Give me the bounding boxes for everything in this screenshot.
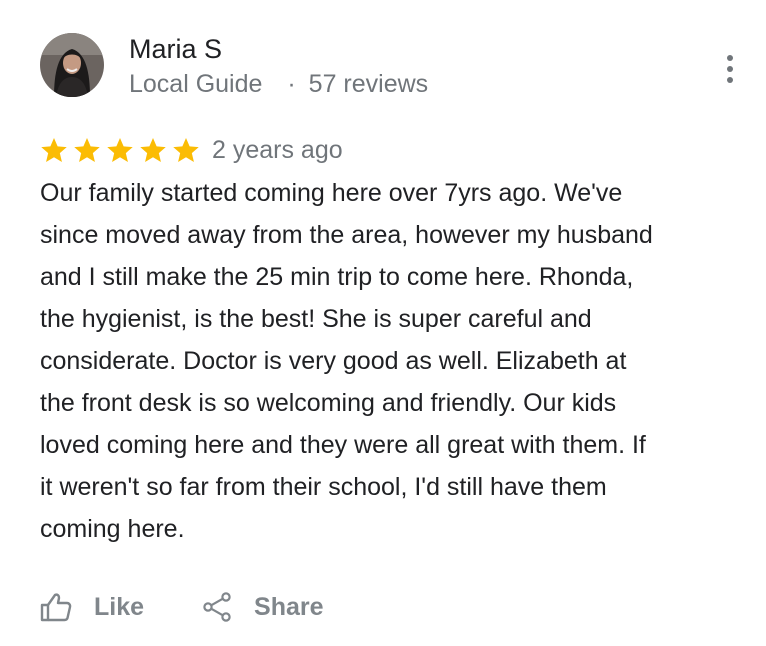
review-text-line: loved coming here and they were all grea… bbox=[40, 431, 646, 459]
meta-separator: · bbox=[287, 70, 296, 98]
review-text-line: and I still make the 25 min trip to come… bbox=[40, 263, 634, 291]
review-text-line: it weren't so far from their school, I'd… bbox=[40, 473, 607, 501]
share-button[interactable]: Share bbox=[202, 592, 324, 622]
star-icon bbox=[40, 137, 68, 164]
review-text-line: coming here. bbox=[40, 515, 185, 543]
share-label: Share bbox=[254, 592, 324, 621]
review-text-line: the front desk is so welcoming and frien… bbox=[40, 389, 617, 417]
star-icon bbox=[73, 137, 101, 164]
review-text-line: considerate. Doctor is very good as well… bbox=[40, 347, 627, 375]
reviewer-meta: Local Guide · 57 reviews bbox=[129, 69, 428, 99]
avatar[interactable] bbox=[40, 33, 104, 97]
reviewer-name[interactable]: Maria S bbox=[129, 33, 222, 65]
review-text-line: since moved away from the area, however … bbox=[40, 221, 653, 249]
review-text-line: the hygienist, is the best! She is super… bbox=[40, 305, 592, 333]
star-icon bbox=[139, 137, 167, 164]
star-icon bbox=[106, 137, 134, 164]
like-label: Like bbox=[94, 592, 145, 621]
review-count: 57 reviews bbox=[308, 70, 429, 98]
share-icon bbox=[202, 592, 232, 622]
review-text: Our family started coming here over 7yrs… bbox=[40, 172, 760, 550]
local-guide-badge: Local Guide bbox=[129, 70, 263, 98]
review-text-line: Our family started coming here over 7yrs… bbox=[40, 179, 623, 207]
star-rating bbox=[40, 137, 200, 164]
rating-row: 2 years ago bbox=[40, 133, 343, 167]
like-button[interactable]: Like bbox=[40, 592, 144, 622]
thumbs-up-icon bbox=[40, 592, 72, 622]
more-vert-icon bbox=[727, 55, 733, 61]
profile-photo bbox=[40, 33, 104, 97]
review-actions: Like Share bbox=[40, 588, 324, 626]
more-options-button[interactable] bbox=[718, 52, 742, 86]
review-date: 2 years ago bbox=[212, 136, 343, 164]
star-icon bbox=[172, 137, 200, 164]
